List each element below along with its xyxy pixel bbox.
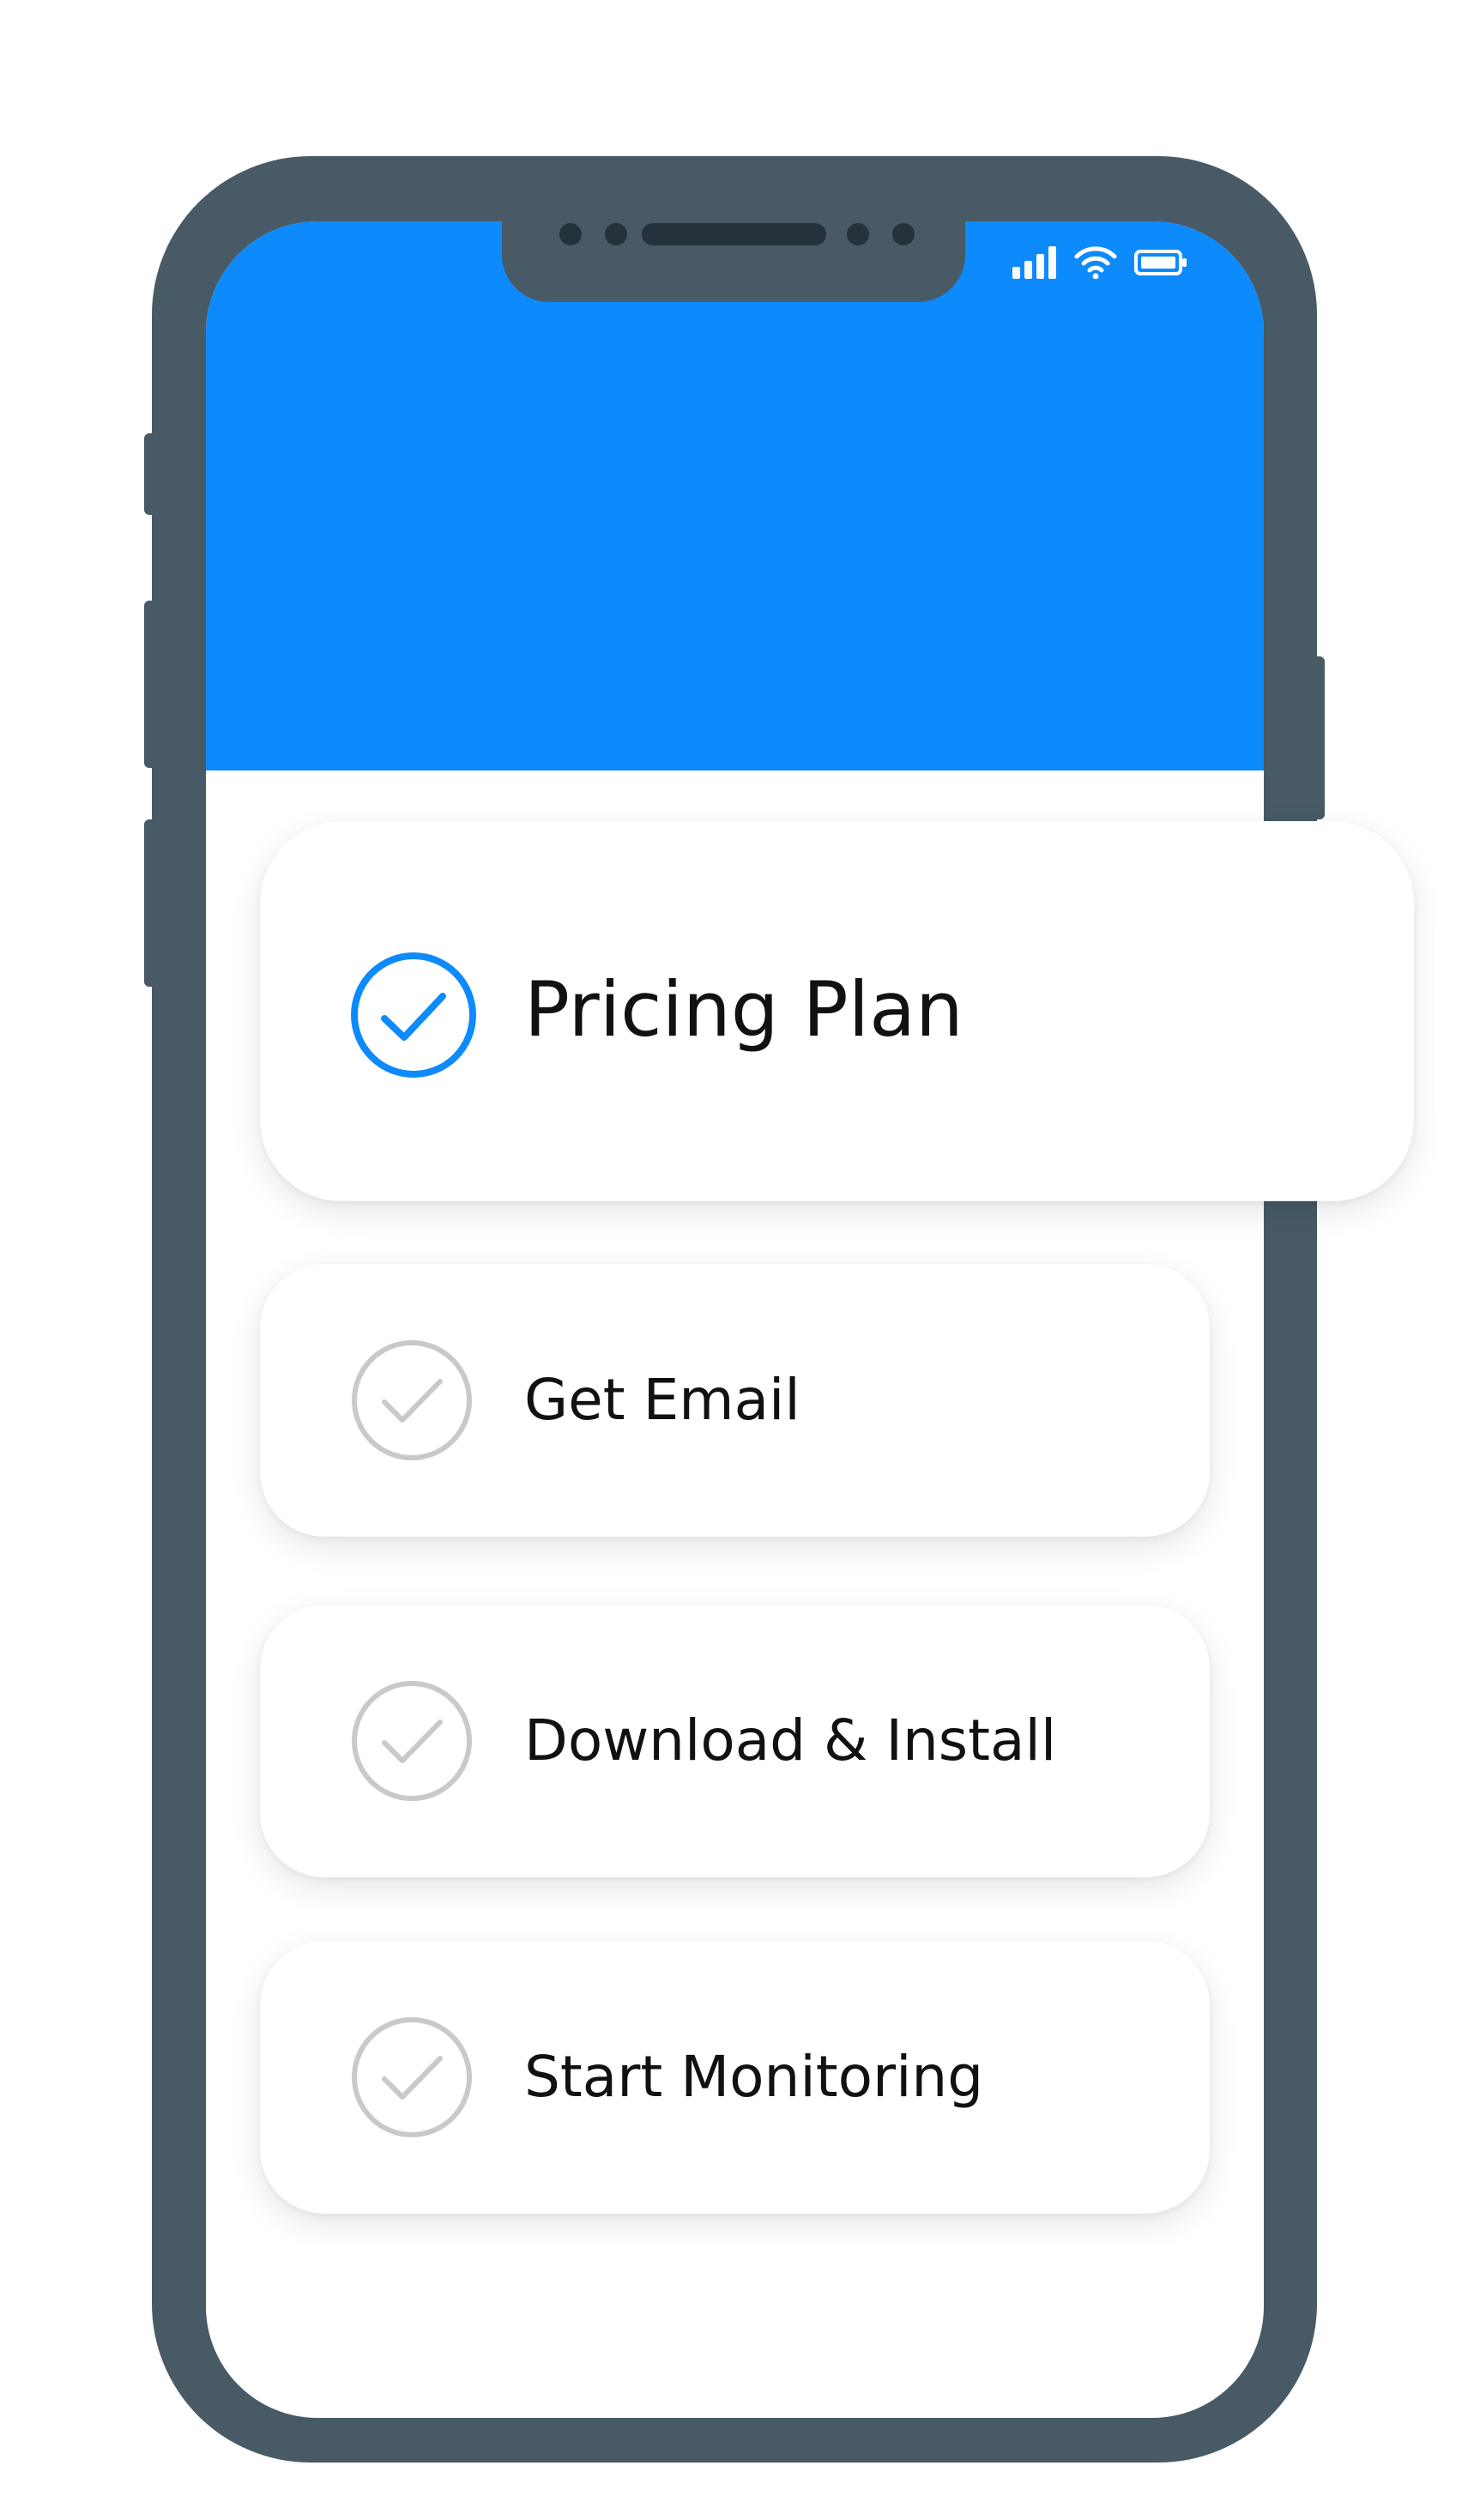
signal-icon	[1012, 246, 1056, 279]
step-label: Download & Install	[524, 1707, 1057, 1774]
check-circle-icon	[351, 952, 476, 1078]
volume-up-button	[144, 601, 156, 768]
check-circle-icon	[352, 1681, 472, 1801]
earpiece-speaker	[642, 223, 826, 245]
check-circle-icon	[352, 1340, 472, 1460]
check-circle-icon	[352, 2017, 472, 2137]
front-camera	[892, 223, 915, 245]
step-label: Pricing Plan	[524, 965, 964, 1054]
sensor-dot	[847, 223, 869, 245]
step-label: Start Monitoring	[524, 2044, 984, 2110]
wifi-icon	[1074, 246, 1117, 279]
power-button	[1313, 656, 1325, 819]
step-card-pricing-plan[interactable]: Pricing Plan	[260, 821, 1414, 1201]
mute-switch	[144, 433, 156, 515]
header-banner	[206, 221, 1264, 771]
step-card-get-email[interactable]: Get Email	[260, 1264, 1210, 1537]
notch	[502, 206, 965, 302]
battery-icon	[1134, 250, 1187, 275]
sensor-dot	[559, 223, 582, 245]
step-label: Get Email	[524, 1367, 800, 1433]
step-card-start-monitoring[interactable]: Start Monitoring	[260, 1941, 1210, 2214]
step-card-download-install[interactable]: Download & Install	[260, 1604, 1210, 1877]
volume-down-button	[144, 819, 156, 987]
sensor-dot	[605, 223, 627, 245]
